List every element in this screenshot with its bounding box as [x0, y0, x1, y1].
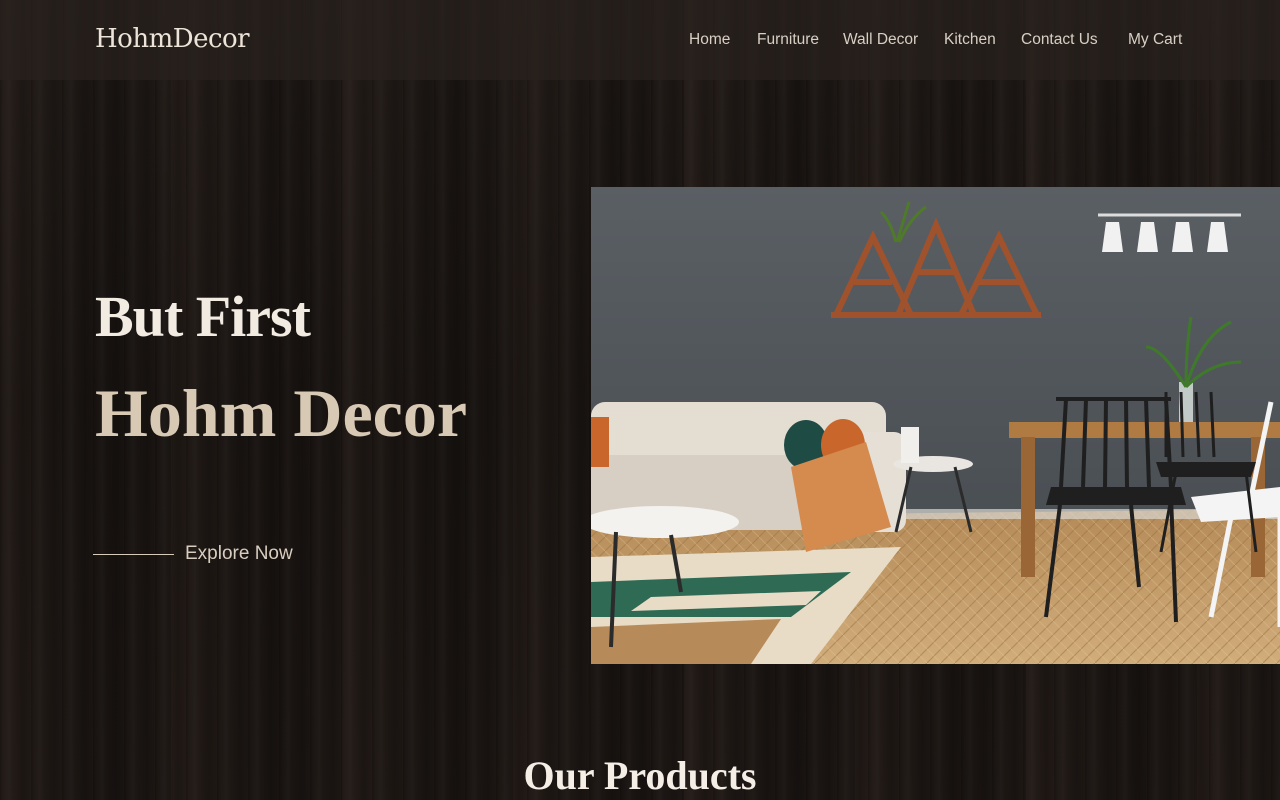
- explore-now-link[interactable]: Explore Now: [93, 543, 323, 567]
- explore-now-label: Explore Now: [185, 543, 293, 564]
- hero-title-line2: Hohm Decor: [95, 375, 468, 451]
- living-room-photo-icon: [591, 187, 1280, 664]
- hero-living-room-image: [591, 187, 1280, 664]
- nav-link-kitchen[interactable]: Kitchen: [944, 31, 996, 49]
- nav-link-my-cart[interactable]: My Cart: [1128, 31, 1182, 49]
- explore-divider-line: [93, 554, 174, 555]
- nav-link-home[interactable]: Home: [689, 31, 730, 49]
- hero-title-line1: But First: [95, 284, 311, 349]
- nav-link-furniture[interactable]: Furniture: [757, 31, 819, 49]
- main-nav: Home Furniture Wall Decor Kitchen Contac…: [0, 31, 1280, 55]
- nav-link-wall-decor[interactable]: Wall Decor: [843, 31, 918, 49]
- navbar: HohmDecor Home Furniture Wall Decor Kitc…: [0, 0, 1280, 80]
- products-heading: Our Products: [523, 753, 757, 798]
- nav-link-contact-us[interactable]: Contact Us: [1021, 31, 1098, 49]
